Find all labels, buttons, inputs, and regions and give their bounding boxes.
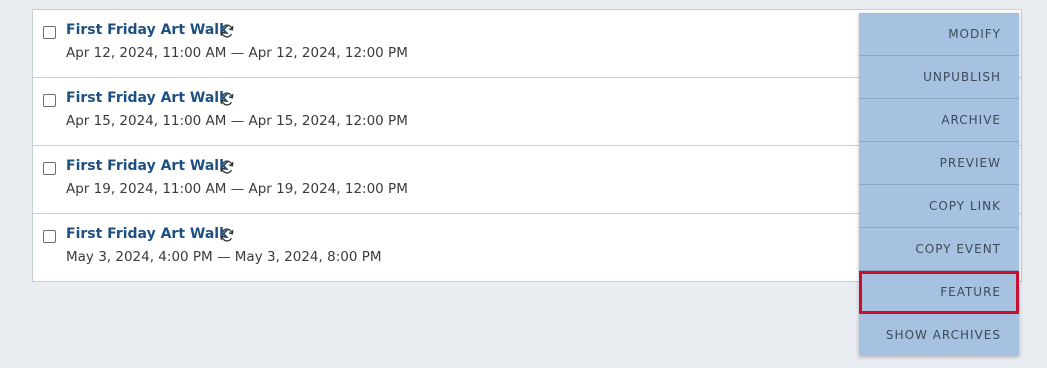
recurring-icon (220, 160, 234, 174)
preview-button[interactable]: PREVIEW (859, 142, 1019, 185)
recurring-icon (220, 92, 234, 106)
event-title[interactable]: First Friday Art Walk (66, 158, 228, 174)
archive-button[interactable]: ARCHIVE (859, 99, 1019, 142)
event-dates: May 3, 2024, 4:00 PM — May 3, 2024, 8:00… (66, 249, 382, 265)
event-title[interactable]: First Friday Art Walk (66, 22, 228, 38)
recurring-icon (220, 24, 234, 38)
event-title[interactable]: First Friday Art Walk (66, 90, 228, 106)
event-checkbox[interactable] (43, 230, 56, 243)
modify-button[interactable]: MODIFY (859, 13, 1019, 56)
event-title[interactable]: First Friday Art Walk (66, 226, 228, 242)
event-actions-menu: MODIFY UNPUBLISH ARCHIVE PREVIEW COPY LI… (859, 13, 1019, 356)
copy-link-button[interactable]: COPY LINK (859, 185, 1019, 228)
copy-event-button[interactable]: COPY EVENT (859, 228, 1019, 271)
event-checkbox[interactable] (43, 94, 56, 107)
show-archives-button[interactable]: SHOW ARCHIVES (859, 314, 1019, 357)
event-dates: Apr 19, 2024, 11:00 AM — Apr 19, 2024, 1… (66, 181, 408, 197)
recurring-icon (220, 228, 234, 242)
unpublish-button[interactable]: UNPUBLISH (859, 56, 1019, 99)
event-checkbox[interactable] (43, 162, 56, 175)
feature-button[interactable]: FEATURE (859, 271, 1019, 314)
event-checkbox[interactable] (43, 26, 56, 39)
event-dates: Apr 15, 2024, 11:00 AM — Apr 15, 2024, 1… (66, 113, 408, 129)
event-dates: Apr 12, 2024, 11:00 AM — Apr 12, 2024, 1… (66, 45, 408, 61)
